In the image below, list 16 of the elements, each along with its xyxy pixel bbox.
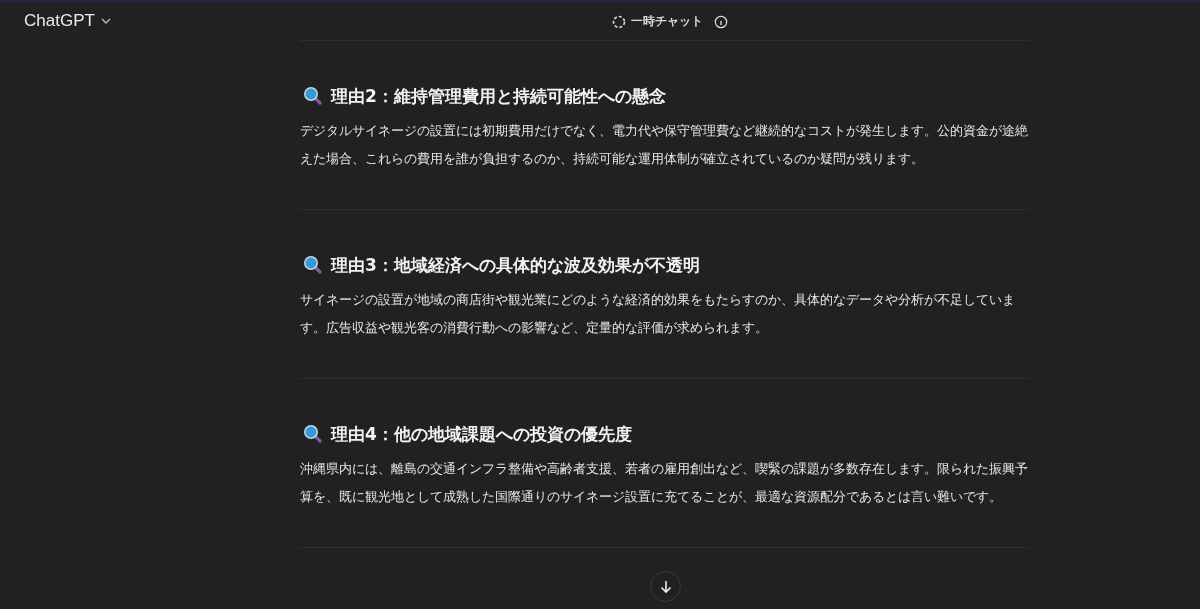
magnifier-icon	[303, 86, 323, 106]
model-selector[interactable]: ChatGPT	[16, 7, 119, 35]
section-paragraph: 沖縄県内には、離島の交通インフラ整備や高齢者支援、若者の雇用創出など、喫緊の課題が多数存在します。限られた振興予算を、既に観光地として成熟した国際通りのサイネージ設置に充てることが、最適な資源配分であるとは言い難いです。	[300, 460, 1029, 506]
magnifier-icon	[303, 424, 323, 444]
info-icon[interactable]	[714, 14, 728, 29]
dashed-circle-icon	[612, 14, 626, 29]
chevron-down-icon	[100, 18, 111, 24]
section-heading: 理由4：他の地域課題への投資の優先度	[300, 419, 1030, 449]
section-heading: 理由2：維持管理費用と持続可能性への懸念	[300, 81, 1030, 111]
scroll-down-button[interactable]	[650, 571, 681, 602]
section-paragraph: サイネージの設置が地域の商店街や観光業にどのような経済的効果をもたらすのか、具体的なデータや分析が不足しています。広告収益や観光客の消費行動への影響など、定量的な評価が求められます。	[300, 291, 1016, 337]
section-paragraph: デジタルサイネージの設置には初期費用だけでなく、電力代や保守管理費など継続的なコストが発生します。公的資金が途絶えた場合、これらの費用を誰が負担するのか、持続可能な運用体制が確立されているのか疑問が残ります。	[300, 122, 1029, 168]
section-heading: 理由3：地域経済への具体的な波及効果が不透明	[300, 250, 1030, 280]
down-arrow-icon	[658, 579, 673, 594]
magnifier-icon	[303, 255, 323, 275]
temporary-chat-label: 一時チャット	[631, 14, 703, 29]
